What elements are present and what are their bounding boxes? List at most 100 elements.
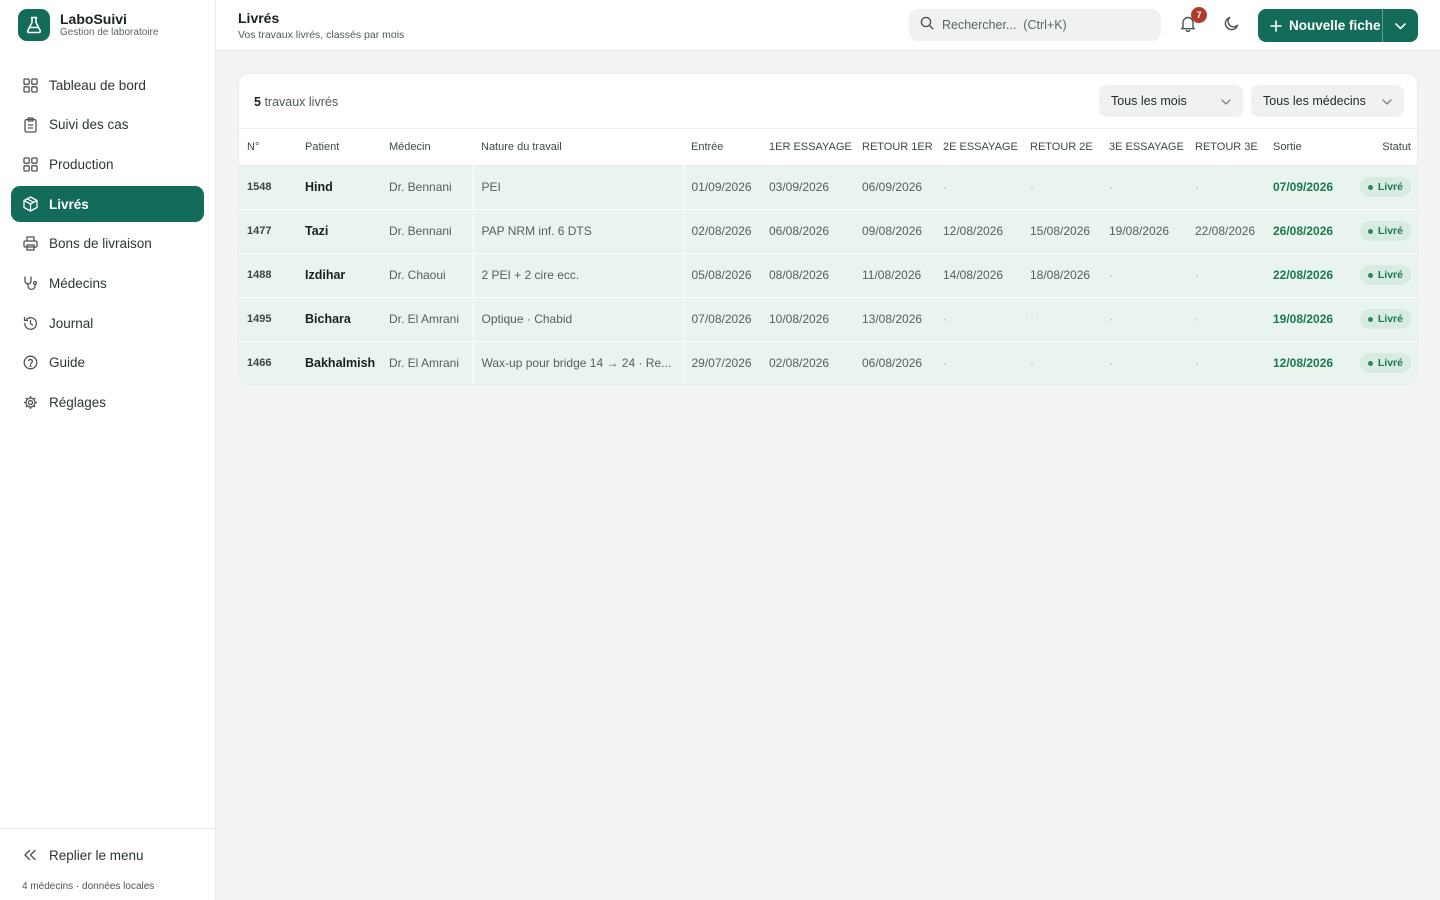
cell-sortie: 22/08/2026 — [1265, 253, 1344, 298]
sidebar-item-journal[interactable]: Journal — [11, 305, 204, 341]
sidebar-item-medecins[interactable]: Médecins — [11, 265, 204, 301]
cell-statut: Livré — [1344, 165, 1417, 210]
column-header-retour-1[interactable]: RETOUR 1ER — [854, 129, 935, 166]
status-badge: Livré — [1359, 309, 1411, 329]
notification-badge: 7 — [1191, 7, 1207, 23]
month-filter-select[interactable]: Tous les mois — [1099, 85, 1243, 117]
theme-toggle-button[interactable] — [1219, 14, 1243, 38]
sidebar-nav: Tableau de bord Suivi des cas Production… — [0, 50, 215, 421]
new-sheet-dropdown-button[interactable] — [1382, 9, 1418, 42]
status-dot-icon — [1367, 272, 1373, 278]
status-badge: Livré — [1359, 221, 1411, 241]
sidebar-item-livres[interactable]: Livrés — [11, 186, 204, 223]
cell-sortie: 26/08/2026 — [1265, 209, 1344, 254]
chevrons-left-icon — [22, 847, 38, 863]
cell-retour-2: · — [1022, 165, 1101, 210]
cell-nature: 2 PEI + 2 cire ecc. — [472, 253, 684, 298]
cell-retour-3: · — [1187, 165, 1265, 210]
status-label: Livré — [1377, 269, 1403, 281]
page-subtitle: Vos travaux livrés, classés par mois — [238, 29, 405, 41]
new-sheet-button[interactable]: Nouvelle fiche — [1258, 9, 1382, 42]
cell-nature: Optique · Chabid — [472, 297, 684, 342]
status-dot-icon — [1367, 316, 1373, 322]
sidebar-item-label: Guide — [49, 355, 86, 371]
table-row[interactable]: 1466 Bakhalmish Dr. El Amrani Wax-up pou… — [239, 341, 1417, 384]
cell-doctor: Dr. El Amrani — [381, 297, 473, 342]
delivered-jobs-table: N° Patient Médecin Nature du travail Ent… — [239, 129, 1417, 384]
status-dot-icon — [1367, 184, 1373, 190]
search-input[interactable] — [942, 18, 1142, 32]
new-sheet-split-button: Nouvelle fiche — [1258, 9, 1418, 42]
cell-retour-2: · — [1030, 356, 1034, 371]
cell-essayage-1: 06/08/2026 — [761, 209, 854, 254]
chevron-down-icon — [1395, 17, 1406, 35]
column-header-doctor[interactable]: Médecin — [381, 129, 473, 166]
chevron-down-icon — [1382, 94, 1392, 108]
cell-nature: PAP NRM inf. 6 DTS — [472, 209, 684, 254]
cell-entree: 05/08/2026 — [683, 253, 761, 298]
column-header-entree[interactable]: Entrée — [683, 129, 761, 166]
column-header-num[interactable]: N° — [239, 129, 297, 166]
column-header-retour-3[interactable]: RETOUR 3E — [1187, 129, 1265, 166]
status-dot-icon — [1367, 360, 1373, 366]
sidebar-item-bons-de-livraison[interactable]: Bons de livraison — [11, 226, 204, 262]
status-badge: Livré — [1359, 265, 1411, 285]
status-badge: Livré — [1359, 353, 1411, 374]
status-label: Livré — [1377, 313, 1403, 325]
column-header-nature[interactable]: Nature du travail — [473, 129, 683, 166]
sidebar-item-production[interactable]: Production — [11, 146, 204, 182]
cell-sortie: 12/08/2026 — [1273, 356, 1334, 371]
cell-essayage-1: 10/08/2026 — [761, 297, 854, 342]
brand: LaboSuivi Gestion de laboratoire — [0, 0, 215, 50]
sidebar-item-label: Tableau de bord — [49, 77, 146, 93]
doctor-filter-select[interactable]: Tous les médecins — [1251, 85, 1404, 117]
cell-retour-1: 13/08/2026 — [854, 297, 935, 342]
cell-essayage-2: · — [935, 165, 1022, 210]
column-header-essayage-3[interactable]: 3E ESSAYAGE — [1101, 129, 1187, 166]
cell-retour-2: 18/08/2026 — [1022, 253, 1101, 298]
jobs-count-label: travaux livrés — [264, 95, 339, 109]
cell-essayage-3: · — [1101, 165, 1187, 210]
cell-essayage-3: · — [1101, 297, 1187, 342]
status-label: Livré — [1377, 357, 1403, 370]
column-header-statut[interactable]: Statut — [1344, 129, 1417, 166]
cell-essayage-3: 19/08/2026 — [1101, 209, 1187, 254]
cell-retour-1: 06/08/2026 — [862, 356, 923, 371]
search-icon — [920, 16, 934, 35]
column-header-patient[interactable]: Patient — [297, 129, 381, 166]
cell-patient: Izdihar — [297, 253, 381, 298]
cell-num: 1548 — [239, 165, 297, 210]
cell-patient: Bichara — [297, 297, 381, 342]
cell-patient: Bakhalmish — [305, 356, 376, 371]
cell-essayage-1: 03/09/2026 — [761, 165, 854, 210]
cell-retour-3: · — [1187, 253, 1265, 298]
cell-num: 1477 — [239, 209, 297, 254]
sidebar-item-label: Bons de livraison — [49, 236, 152, 252]
sidebar-item-label: Réglages — [49, 395, 107, 410]
sidebar-item-reglages[interactable]: Réglages — [11, 385, 204, 421]
cell-essayage-3: · — [1109, 356, 1113, 371]
table-row[interactable]: 1495 Bichara Dr. El Amrani Optique · Cha… — [239, 297, 1417, 342]
plus-icon — [1270, 19, 1282, 32]
table-row[interactable]: 1488 Izdihar Dr. Chaoui 2 PEI + 2 cire e… — [239, 253, 1417, 298]
cell-entree: 29/07/2026 — [691, 356, 752, 371]
top-header: Livrés Vos travaux livrés, classés par m… — [216, 0, 1440, 51]
new-sheet-label: Nouvelle fiche — [1289, 18, 1381, 33]
package-icon — [22, 196, 38, 212]
sidebar-item-guide[interactable]: Guide — [11, 345, 204, 381]
sidebar-item-tableau-de-bord[interactable]: Tableau de bord — [11, 67, 204, 103]
table-row[interactable]: 1477 Tazi Dr. Bennani PAP NRM inf. 6 DTS… — [239, 209, 1417, 254]
column-header-essayage-2[interactable]: 2E ESSAYAGE — [935, 129, 1022, 166]
moon-icon — [1224, 16, 1239, 36]
column-header-retour-2[interactable]: RETOUR 2E — [1022, 129, 1101, 166]
doctor-filter-value: Tous les médecins — [1263, 94, 1366, 108]
column-header-essayage-1[interactable]: 1ER ESSAYAGE — [761, 129, 854, 166]
cell-nature: Wax-up pour bridge 14 → 24 · Re... — [472, 341, 684, 384]
search-box[interactable] — [909, 9, 1161, 41]
collapse-menu-button[interactable]: Replier le menu — [11, 845, 204, 865]
column-header-sortie[interactable]: Sortie — [1265, 129, 1344, 166]
sidebar-item-suivi-des-cas[interactable]: Suivi des cas — [11, 107, 204, 143]
table-row[interactable]: 1548 Hind Dr. Bennani PEI 01/09/2026 03/… — [239, 165, 1417, 210]
cell-entree: 07/08/2026 — [683, 297, 761, 342]
cell-doctor: Dr. El Amrani — [389, 356, 460, 371]
